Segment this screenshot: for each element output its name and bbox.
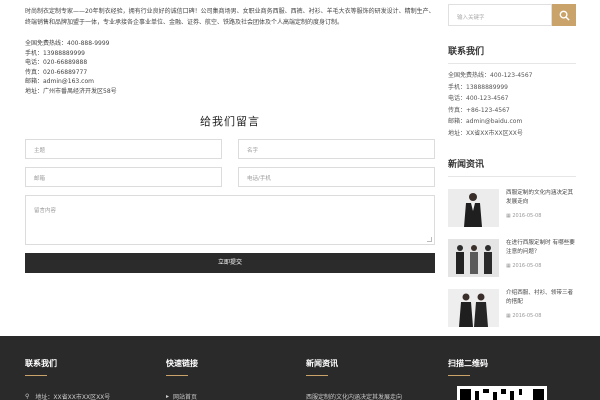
news-date: ▦ 2016-05-08 [506,263,542,269]
news-text: 西服定制的文化内涵决定其发展走向 ▦ 2016-05-08 [506,189,576,227]
sidebar-contact-phone: 电话：400-123-4567 [448,95,509,102]
sidebar-contact-fax: 传真：+86-123-4567 [448,106,510,114]
footer-news-title: 新闻资讯 [306,359,338,368]
news-thumbnail[interactable] [448,239,499,277]
submit-button[interactable]: 立即提交 [25,252,435,273]
sidebar-contact-email: 邮箱：admin@baidu.com [448,118,523,125]
footer-contact-column: 联系我们 ⚲ 地址：XX省XX市XX区XX号 [25,358,110,400]
news-title[interactable]: 介绍西服、衬衫、领带三者的搭配 [506,289,576,307]
contact-hotline: 全国免费热线：400-888-9999 [25,40,110,47]
location-icon: ⚲ [25,393,30,400]
footer-qr-title: 扫描二维码 [448,359,488,368]
contact-mobile: 手机：13988889999 [25,49,85,57]
group-suits-image [448,239,499,277]
news-item[interactable]: 西服定制的文化内涵决定其发展走向 ▦ 2016-05-08 [448,189,576,227]
form-title: 给我们留言 [200,114,260,128]
contact-email: 邮箱：admin@163.com [25,78,94,86]
news-title[interactable]: 在进行西服定制时 有哪些要注意的问题？ [506,239,576,257]
search-input[interactable]: 输入关键字 [448,4,552,26]
sidebar-contact-hotline: 全国免费热线：400-123-4567 [448,72,533,79]
footer-underline [166,375,188,376]
search-box: 输入关键字 [448,4,576,26]
message-textarea[interactable]: 留言内容 [25,194,435,245]
footer-qr-column: 扫描二维码 [448,358,488,376]
footer-links-title: 快速链接 [166,359,198,368]
contact-phone: 电话：020-66889888 [25,59,88,67]
sidebar-contact-mobile: 手机：13888889999 [448,83,508,91]
sidebar-contact-heading: 联系我们 [448,44,576,64]
two-women-image [448,289,499,327]
message-placeholder: 留言内容 [34,207,57,214]
news-item[interactable]: 在进行西服定制时 有哪些要注意的问题？ ▦ 2016-05-08 [448,239,576,277]
sidebar-contact-address: 地址：XX省XX市XX区XX号 [448,129,523,137]
woman-suit-image [448,189,499,227]
news-text: 在进行西服定制时 有哪些要注意的问题？ ▦ 2016-05-08 [506,239,576,277]
news-date: ▦ 2016-05-08 [506,213,542,219]
footer-contact-title: 联系我们 [25,359,57,368]
footer-address: ⚲ 地址：XX省XX市XX区XX号 [25,393,111,400]
name-input[interactable]: 名字 [238,138,435,159]
sidebar: 输入关键字 联系我们 全国免费热线：400-123-4567 手机：138888… [448,0,576,327]
qr-code-image [457,386,547,400]
resize-grip-icon[interactable] [427,236,432,242]
footer-underline [306,375,328,376]
form-row-2: 邮箱 电话/手机 [25,166,435,187]
footer-news-column: 新闻资讯 西服定制的文化内涵决定其发展走向 [306,358,402,400]
contact-fax: 传真：020-66889777 [25,68,88,76]
sidebar-news-heading: 新闻资讯 [448,157,576,177]
email-input[interactable]: 邮箱 [25,166,222,187]
news-item[interactable]: 介绍西服、衬衫、领带三者的搭配 ▦ 2016-05-08 [448,289,576,327]
news-title[interactable]: 西服定制的文化内涵决定其发展走向 [506,189,576,207]
company-intro: 时尚制衣定制专家——20年制衣经验，拥有行业良好的诚信口碑！公司集商场男、女职业… [25,8,435,26]
footer-underline [25,375,47,376]
search-icon [559,10,570,21]
search-button[interactable] [552,4,576,26]
contact-list: 全国免费热线：400-888-9999 手机：13988889999 电话：02… [25,39,435,97]
contact-address: 地址：广州市番禺经济开发区58号 [25,87,117,95]
subject-input[interactable]: 主题 [25,138,222,159]
footer-underline [448,375,470,376]
sidebar-contact-list: 全国免费热线：400-123-4567 手机：13888889999 电话：40… [448,70,576,139]
news-thumbnail[interactable] [448,189,499,227]
main-content: 时尚制衣定制专家——20年制衣经验，拥有行业良好的诚信口碑！公司集商场男、女职业… [25,0,435,273]
news-date: ▦ 2016-05-08 [506,313,542,319]
arrow-right-icon: ▸ [166,393,170,400]
footer-links-column: 快速链接 ▸ 网站首页 [166,358,198,400]
news-thumbnail[interactable] [448,289,499,327]
phone-input[interactable]: 电话/手机 [238,166,435,187]
news-text: 介绍西服、衬衫、领带三者的搭配 ▦ 2016-05-08 [506,289,576,327]
footer-link-home[interactable]: ▸ 网站首页 [166,392,198,400]
form-row-1: 主题 名字 [25,138,435,159]
footer-news-link[interactable]: 西服定制的文化内涵决定其发展走向 [306,392,402,400]
